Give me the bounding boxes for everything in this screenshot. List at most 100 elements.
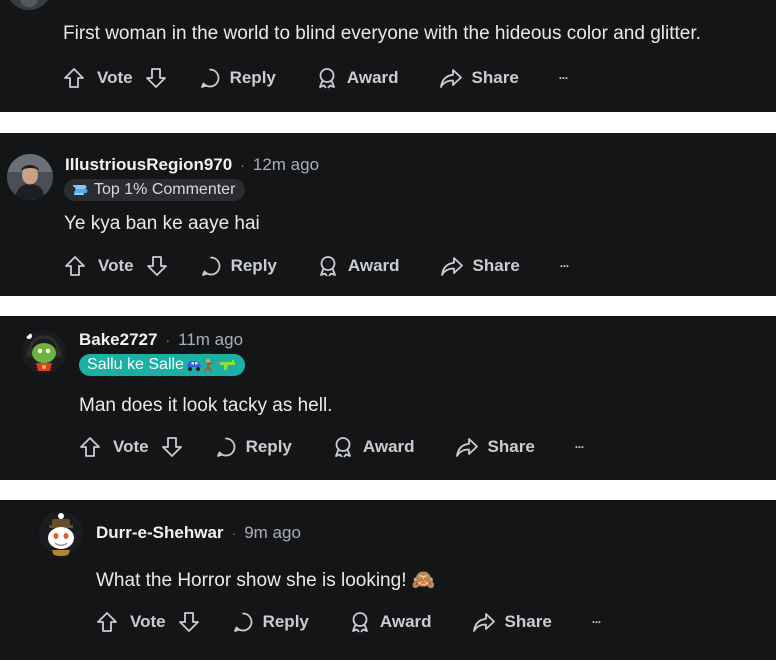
reply-button[interactable]: Reply (200, 255, 277, 277)
comment-meta: Durr-e-Shehwar · 9m ago (96, 523, 301, 543)
user-flair: Sallu ke Salle (79, 354, 245, 376)
downvote-button[interactable] (145, 67, 167, 89)
more-options-button[interactable]: ··· (574, 440, 585, 454)
share-button[interactable]: Share (472, 611, 552, 633)
reply-bubble-icon (233, 612, 252, 632)
meta-separator: · (165, 332, 171, 348)
award-button[interactable]: Award (332, 436, 415, 458)
reply-bubble-icon (216, 437, 235, 457)
downvote-icon (146, 256, 167, 276)
avatar[interactable] (6, 0, 52, 10)
flair-label: Top 1% Commenter (94, 181, 236, 198)
comment-actions: Vote Reply Award Share ··· (96, 608, 602, 636)
car-icon (186, 361, 201, 371)
more-dots-icon: ··· (558, 71, 569, 85)
award-button[interactable]: Award (349, 611, 432, 633)
avatar[interactable] (21, 329, 67, 375)
reply-bubble-icon (200, 68, 219, 88)
vote-label: Vote (130, 612, 166, 631)
reply-label: Reply (230, 256, 277, 275)
timestamp[interactable]: 9m ago (244, 523, 301, 543)
downvote-button[interactable] (178, 611, 200, 633)
reply-label: Reply (245, 437, 292, 456)
share-arrow-icon (440, 257, 463, 276)
meta-separator: · (240, 157, 245, 173)
upvote-button[interactable] (63, 67, 85, 89)
comment-card: Bake2727 · 11m ago Sallu ke Salle Man do… (0, 316, 776, 480)
award-button[interactable]: Award (317, 255, 400, 277)
award-label: Award (379, 612, 432, 631)
reply-label: Reply (262, 612, 309, 631)
comment-body: First woman in the world to blind everyo… (63, 23, 701, 44)
gun-icon (219, 360, 235, 370)
share-arrow-icon (439, 69, 462, 88)
downvote-button[interactable] (161, 436, 183, 458)
timestamp[interactable]: 12m ago (253, 155, 319, 175)
flair-label: Sallu ke Salle (87, 356, 184, 373)
comment-actions: Vote Reply Award Share ··· (63, 64, 569, 92)
commenter-badge-icon (73, 185, 88, 195)
comment-actions: Vote Reply Award Share ··· (79, 433, 585, 461)
more-options-button[interactable]: ··· (559, 259, 570, 273)
avatar[interactable] (7, 154, 53, 200)
share-button[interactable]: Share (440, 255, 520, 277)
award-icon (351, 612, 368, 633)
avatar[interactable] (38, 510, 84, 556)
reply-button[interactable]: Reply (232, 611, 309, 633)
share-label: Share (471, 68, 519, 87)
award-icon (334, 437, 351, 458)
share-label: Share (472, 256, 520, 275)
comment-card: IllustriousRegion970 · 12m ago Top 1% Co… (0, 133, 776, 296)
upvote-icon (97, 612, 117, 632)
more-dots-icon: ··· (591, 615, 602, 629)
more-options-button[interactable]: ··· (591, 615, 602, 629)
award-label: Award (346, 68, 399, 87)
comment-body: Man does it look tacky as hell. (79, 395, 333, 416)
more-dots-icon: ··· (559, 259, 570, 273)
vote-label: Vote (98, 256, 134, 275)
award-label: Award (362, 437, 415, 456)
reply-button[interactable]: Reply (199, 67, 276, 89)
award-button[interactable]: Award (316, 67, 399, 89)
comment-card: Durr-e-Shehwar · 9m ago What the Horror … (0, 500, 776, 660)
award-icon (318, 68, 335, 89)
vote-label: Vote (113, 437, 149, 456)
username[interactable]: Durr-e-Shehwar (96, 523, 224, 543)
share-button[interactable]: Share (455, 436, 535, 458)
comment-meta: IllustriousRegion970 · 12m ago (65, 155, 319, 175)
comment-body: What the Horror show she is looking! 🙈 (96, 570, 436, 591)
more-options-button[interactable]: ··· (558, 71, 569, 85)
downvote-icon (161, 437, 182, 457)
award-label: Award (347, 256, 400, 275)
comment-body: Ye kya ban ke aaye hai (64, 213, 260, 234)
vote-label: Vote (97, 68, 133, 87)
comment-actions: Vote Reply Award Share ··· (64, 252, 570, 280)
downvote-icon (145, 68, 166, 88)
downvote-button[interactable] (146, 255, 168, 277)
award-icon (319, 256, 336, 277)
username[interactable]: IllustriousRegion970 (65, 155, 232, 175)
person-icon (204, 359, 213, 372)
upvote-button[interactable] (64, 255, 86, 277)
upvote-button[interactable] (79, 436, 101, 458)
share-label: Share (487, 437, 535, 456)
timestamp[interactable]: 11m ago (178, 330, 243, 350)
downvote-icon (178, 612, 199, 632)
share-label: Share (504, 612, 552, 631)
upvote-icon (65, 256, 85, 276)
reply-bubble-icon (201, 256, 220, 276)
comment-meta: Bake2727 · 11m ago (79, 330, 243, 350)
comment-card: First woman in the world to blind everyo… (0, 0, 776, 112)
more-dots-icon: ··· (574, 440, 585, 454)
share-arrow-icon (455, 438, 478, 457)
reply-label: Reply (229, 68, 276, 87)
share-button[interactable]: Share (439, 67, 519, 89)
upvote-icon (64, 68, 84, 88)
meta-separator: · (231, 525, 237, 541)
reply-button[interactable]: Reply (215, 436, 292, 458)
upvote-icon (80, 437, 100, 457)
username[interactable]: Bake2727 (79, 330, 157, 350)
user-flair: Top 1% Commenter (64, 179, 246, 201)
share-arrow-icon (472, 613, 495, 632)
upvote-button[interactable] (96, 611, 118, 633)
